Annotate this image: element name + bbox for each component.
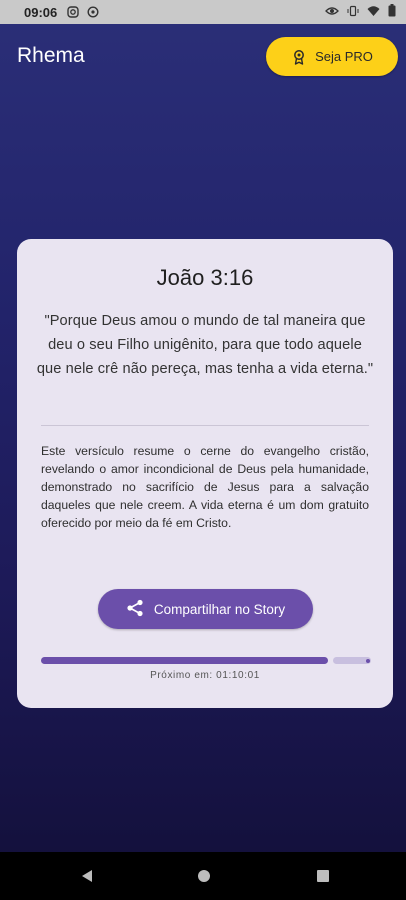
home-icon[interactable] [196, 868, 212, 884]
status-time: 09:06 [24, 4, 58, 20]
system-nav-bar [0, 852, 406, 900]
instagram-icon [67, 6, 79, 18]
verse-card: João 3:16 "Porque Deus amou o mundo de t… [17, 239, 393, 708]
progress-end-dot [366, 658, 370, 663]
crown-badge-icon [291, 49, 307, 65]
status-right-icons [325, 4, 396, 20]
share-icon [126, 599, 144, 620]
wifi-icon [367, 5, 380, 20]
verse-explanation: Este versículo resume o cerne do evangel… [41, 444, 369, 530]
next-verse-countdown: Próximo em: 01:10:01 [150, 670, 260, 681]
status-bar: 09:06 [0, 0, 406, 24]
verse-reference: João 3:16 [156, 265, 254, 290]
progress-fill [41, 657, 328, 664]
divider [41, 425, 369, 426]
app-title: Rhema [17, 44, 85, 67]
vibrate-icon [347, 5, 359, 20]
seja-pro-label: Seja PRO [315, 49, 373, 64]
whatsapp-icon [87, 6, 99, 18]
share-story-button[interactable]: Compartilhar no Story [98, 589, 313, 629]
seja-pro-button[interactable]: Seja PRO [266, 37, 398, 76]
countdown-progress-bar [41, 657, 371, 664]
back-icon[interactable] [79, 868, 95, 884]
verse-text: "Porque Deus amou o mundo de tal maneira… [36, 313, 374, 377]
share-story-label: Compartilhar no Story [153, 601, 286, 617]
eye-icon [325, 5, 339, 20]
recents-icon[interactable] [315, 868, 331, 884]
battery-icon [388, 4, 396, 20]
